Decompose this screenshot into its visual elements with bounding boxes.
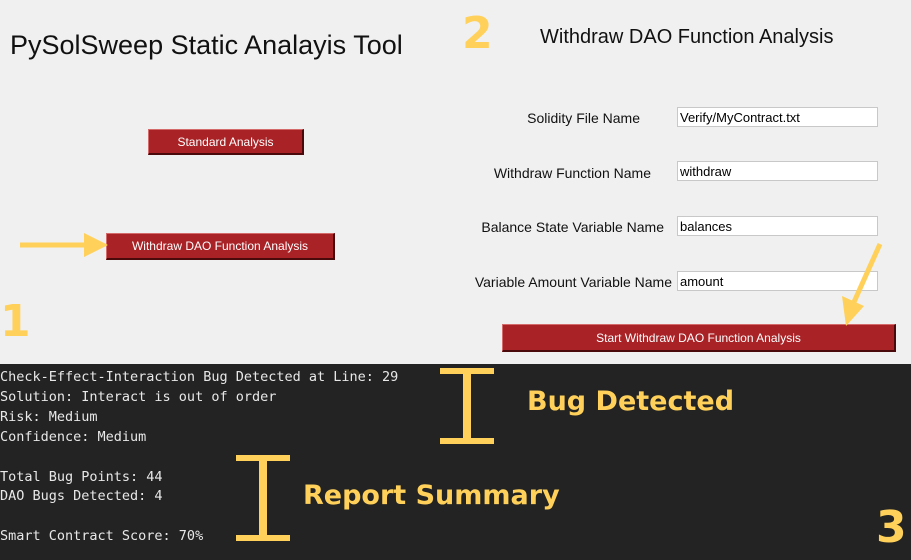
panel-title: Withdraw DAO Function Analysis — [540, 26, 834, 48]
app-title: PySolSweep Static Analayis Tool — [10, 30, 403, 60]
step-number-1: 1 — [0, 296, 31, 347]
arrow-right-icon — [20, 233, 108, 257]
solidity-file-input[interactable] — [677, 107, 878, 127]
console-output: Check-Effect-Interaction Bug Detected at… — [0, 364, 911, 560]
console-line: Confidence: Medium — [0, 429, 147, 445]
amount-variable-label: Variable Amount Variable Name — [474, 274, 672, 290]
step-number-2: 2 — [462, 8, 493, 59]
balance-variable-label: Balance State Variable Name — [481, 219, 664, 235]
step-number-3: 3 — [876, 502, 907, 553]
bug-detected-annotation: Bug Detected — [527, 386, 735, 417]
arrow-down-left-icon — [842, 242, 883, 326]
start-analysis-button[interactable]: Start Withdraw DAO Function Analysis — [502, 324, 896, 352]
report-summary-annotation: Report Summary — [303, 480, 560, 511]
console-line: Smart Contract Score: 70% — [0, 528, 204, 544]
console-line: Total Bug Points: 44 — [0, 469, 163, 485]
bracket-summary-icon — [236, 455, 290, 541]
withdraw-function-input[interactable] — [677, 161, 878, 181]
console-line: Risk: Medium — [0, 409, 98, 425]
withdraw-dao-analysis-button[interactable]: Withdraw DAO Function Analysis — [106, 233, 335, 260]
console-line: Solution: Interact is out of order — [0, 389, 277, 405]
solidity-file-label: Solidity File Name — [527, 110, 640, 126]
standard-analysis-button[interactable]: Standard Analysis — [148, 129, 304, 155]
console-line: Check-Effect-Interaction Bug Detected at… — [0, 369, 399, 385]
balance-variable-input[interactable] — [677, 216, 878, 236]
bracket-bug-icon — [440, 368, 494, 444]
console-line: DAO Bugs Detected: 4 — [0, 488, 163, 504]
withdraw-function-label: Withdraw Function Name — [493, 165, 651, 181]
